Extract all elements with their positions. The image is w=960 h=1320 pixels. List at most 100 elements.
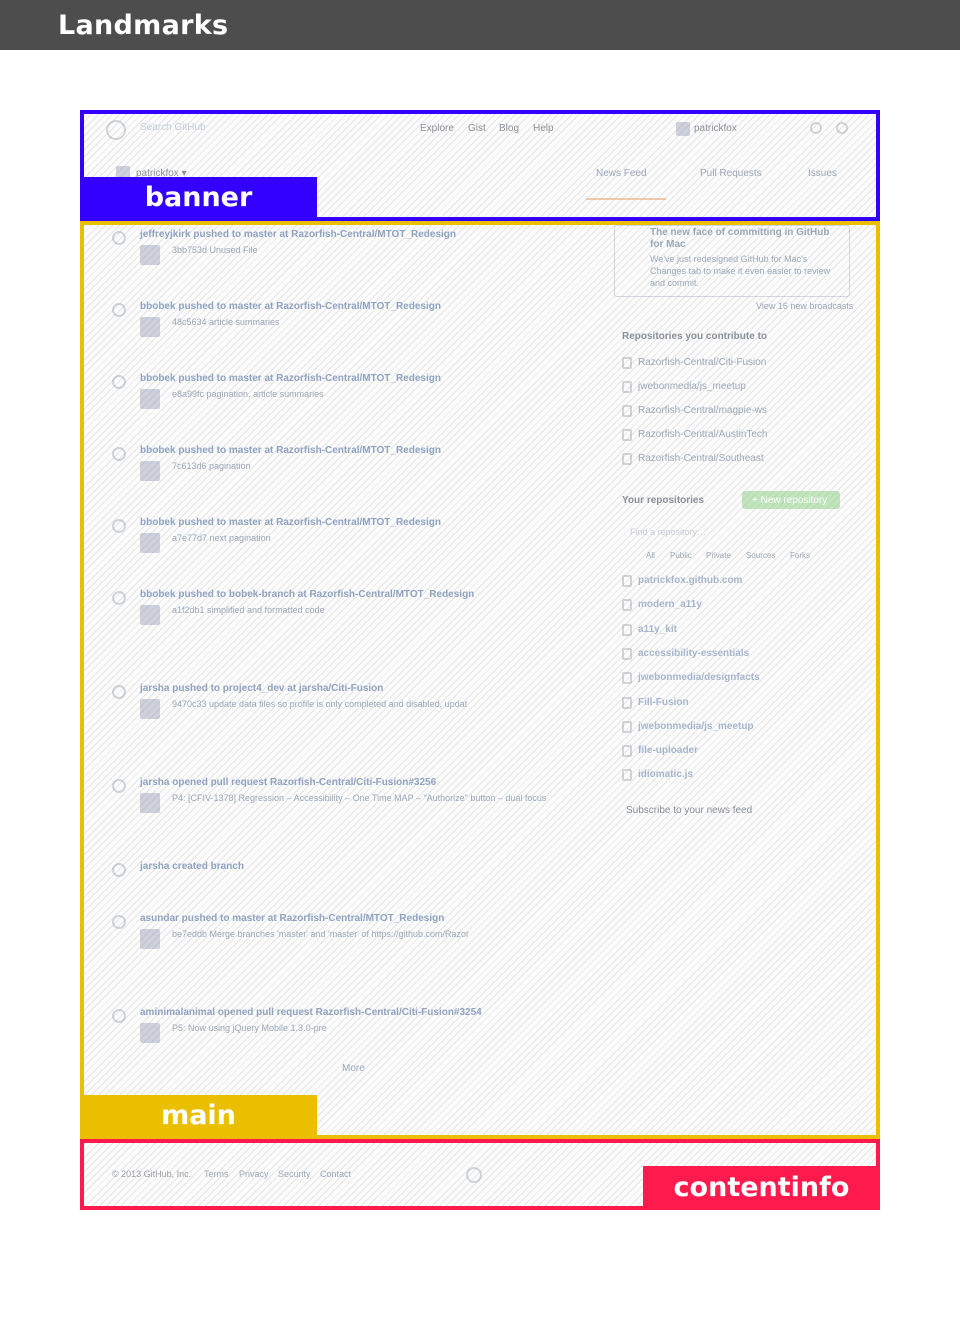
feed-item-title[interactable]: bbobek pushed to master at Razorfish-Cen… [140, 301, 441, 312]
nav-link-explore[interactable]: Explore [420, 123, 454, 134]
repo-filter-tab[interactable]: Forks [790, 551, 810, 560]
feed-avatar [140, 317, 160, 337]
contribute-repo-link[interactable]: Razorfish-Central/magpie-ws [638, 405, 767, 416]
repo-icon [622, 647, 632, 660]
event-icon [112, 915, 126, 929]
event-icon [112, 231, 126, 245]
footer-link[interactable]: Privacy [239, 1169, 269, 1179]
feed-avatar [140, 929, 160, 949]
repo-filter-tab[interactable]: Sources [746, 551, 775, 560]
event-icon [112, 303, 126, 317]
event-icon [112, 863, 126, 877]
feed-item-detail: be7eddb Merge branches 'master' and 'mas… [172, 929, 470, 939]
feed-avatar [140, 389, 160, 409]
repo-link[interactable]: patrickfox.github.com [638, 575, 742, 586]
feed-avatar [140, 605, 160, 625]
repo-filter-tab[interactable]: Private [706, 551, 731, 560]
feed-item-title[interactable]: bbobek pushed to master at Razorfish-Cen… [140, 373, 441, 384]
feed-avatar [140, 699, 160, 719]
feed-item-detail: a1f2db1 simplified and formatted code [172, 605, 325, 615]
contribute-heading: Repositories you contribute to [622, 331, 768, 342]
event-icon [112, 1009, 126, 1023]
main-region: jeffreyjkirk pushed to master at Razorfi… [80, 221, 880, 1139]
tab-news-feed[interactable]: News Feed [596, 168, 647, 179]
feed-avatar [140, 245, 160, 265]
repo-icon [622, 696, 632, 709]
feed-item-title[interactable]: aminimalanimal opened pull request Razor… [140, 1007, 482, 1018]
event-icon [112, 375, 126, 389]
new-repo-label: + New repository [752, 495, 828, 506]
repo-icon [622, 769, 632, 782]
active-tab-underline [586, 198, 666, 200]
contribute-repo-link[interactable]: Razorfish-Central/Citi-Fusion [638, 357, 766, 368]
contribute-repo-link[interactable]: Razorfish-Central/Southeast [638, 453, 764, 464]
footer-link[interactable]: Contact [320, 1169, 351, 1179]
search-input[interactable]: Search GitHub [140, 122, 206, 133]
feed-item-detail: a7e77d7 next pagination [172, 533, 271, 543]
your-repos-heading: Your repositories [622, 495, 705, 506]
promo-title[interactable]: The new face of committing in GitHub for… [650, 227, 840, 251]
contentinfo-label: contentinfo [643, 1166, 880, 1210]
repo-link[interactable]: file-uploader [638, 745, 698, 756]
footer-link[interactable]: Security [278, 1169, 311, 1179]
event-icon [112, 447, 126, 461]
repo-link[interactable]: modern_a11y [638, 599, 702, 610]
more-link[interactable]: More [342, 1063, 365, 1074]
repo-icon [622, 599, 632, 612]
header-bar: Landmarks [0, 0, 960, 50]
repo-link[interactable]: idiomatic.js [638, 769, 693, 780]
tab-issues[interactable]: Issues [808, 168, 837, 179]
feed-item-title[interactable]: bbobek pushed to master at Razorfish-Cen… [140, 517, 441, 528]
repo-icon [622, 453, 632, 465]
feed-item-title[interactable]: jarsha pushed to project4_dev at jarsha/… [140, 683, 383, 694]
repo-link[interactable]: accessibility-essentials [638, 648, 749, 659]
repo-icon [622, 575, 632, 587]
feed-item-detail: 9470c33 update data files so profile is … [172, 699, 468, 709]
repo-icon [622, 745, 632, 758]
feed-item-detail: P5: Now using jQuery Mobile 1.3.0-pre [172, 1023, 327, 1033]
event-icon [112, 519, 126, 533]
event-icon [112, 779, 126, 793]
repo-icon [622, 672, 632, 685]
event-icon [112, 685, 126, 699]
broadcasts-link[interactable]: View 16 new broadcasts [756, 301, 853, 311]
nav-link-help[interactable]: Help [533, 123, 554, 134]
repo-link[interactable]: a11y_kit [638, 624, 677, 635]
repo-icon [622, 357, 632, 369]
feed-item-detail: P4: [CFIV-1378] Regression – Accessibili… [172, 793, 547, 803]
repo-link[interactable]: Fill-Fusion [638, 697, 689, 708]
repo-icon [622, 623, 632, 636]
footer-link[interactable]: Terms [204, 1169, 229, 1179]
main-label: main [80, 1095, 317, 1136]
user-name[interactable]: patrickfox [694, 123, 737, 134]
feed-item-title[interactable]: jeffreyjkirk pushed to master at Razorfi… [140, 229, 456, 240]
feed-item-title[interactable]: jarsha created branch [140, 861, 244, 872]
subscribe-link[interactable]: Subscribe to your news feed [626, 805, 752, 816]
feed-item-title[interactable]: asundar pushed to master at Razorfish-Ce… [140, 913, 444, 924]
event-icon [112, 591, 126, 605]
nav-link-blog[interactable]: Blog [499, 123, 519, 134]
user-avatar [676, 122, 690, 136]
feed-item-title[interactable]: bbobek pushed to bobek-branch at Razorfi… [140, 589, 474, 600]
settings-icon[interactable] [810, 122, 822, 134]
nav-link-gist[interactable]: Gist [468, 123, 486, 134]
github-mark-icon [466, 1167, 482, 1183]
banner-label: banner [80, 177, 317, 218]
repo-icon [622, 429, 632, 441]
repo-filter-tab[interactable]: Public [670, 551, 692, 560]
tab-pull-requests[interactable]: Pull Requests [700, 168, 762, 179]
repo-link[interactable]: jwebonmedia/designfacts [638, 672, 760, 683]
feed-item-title[interactable]: bbobek pushed to master at Razorfish-Cen… [140, 445, 441, 456]
repo-icon [622, 720, 632, 733]
repo-link[interactable]: jwebonmedia/js_meetup [638, 721, 754, 732]
feed-avatar [140, 793, 160, 813]
find-repo-input[interactable]: Find a repository… [630, 527, 706, 537]
contribute-repo-link[interactable]: jwebonmedia/js_meetup [638, 381, 746, 392]
signout-icon[interactable] [836, 122, 848, 134]
repo-filter-tab[interactable]: All [646, 551, 655, 560]
github-logo-icon [106, 120, 126, 140]
page-title: Landmarks [58, 10, 229, 41]
feed-item-detail: 7c613d6 pagination [172, 461, 251, 471]
feed-item-title[interactable]: jarsha opened pull request Razorfish-Cen… [140, 777, 436, 788]
contribute-repo-link[interactable]: Razorfish-Central/AustinTech [638, 429, 768, 440]
